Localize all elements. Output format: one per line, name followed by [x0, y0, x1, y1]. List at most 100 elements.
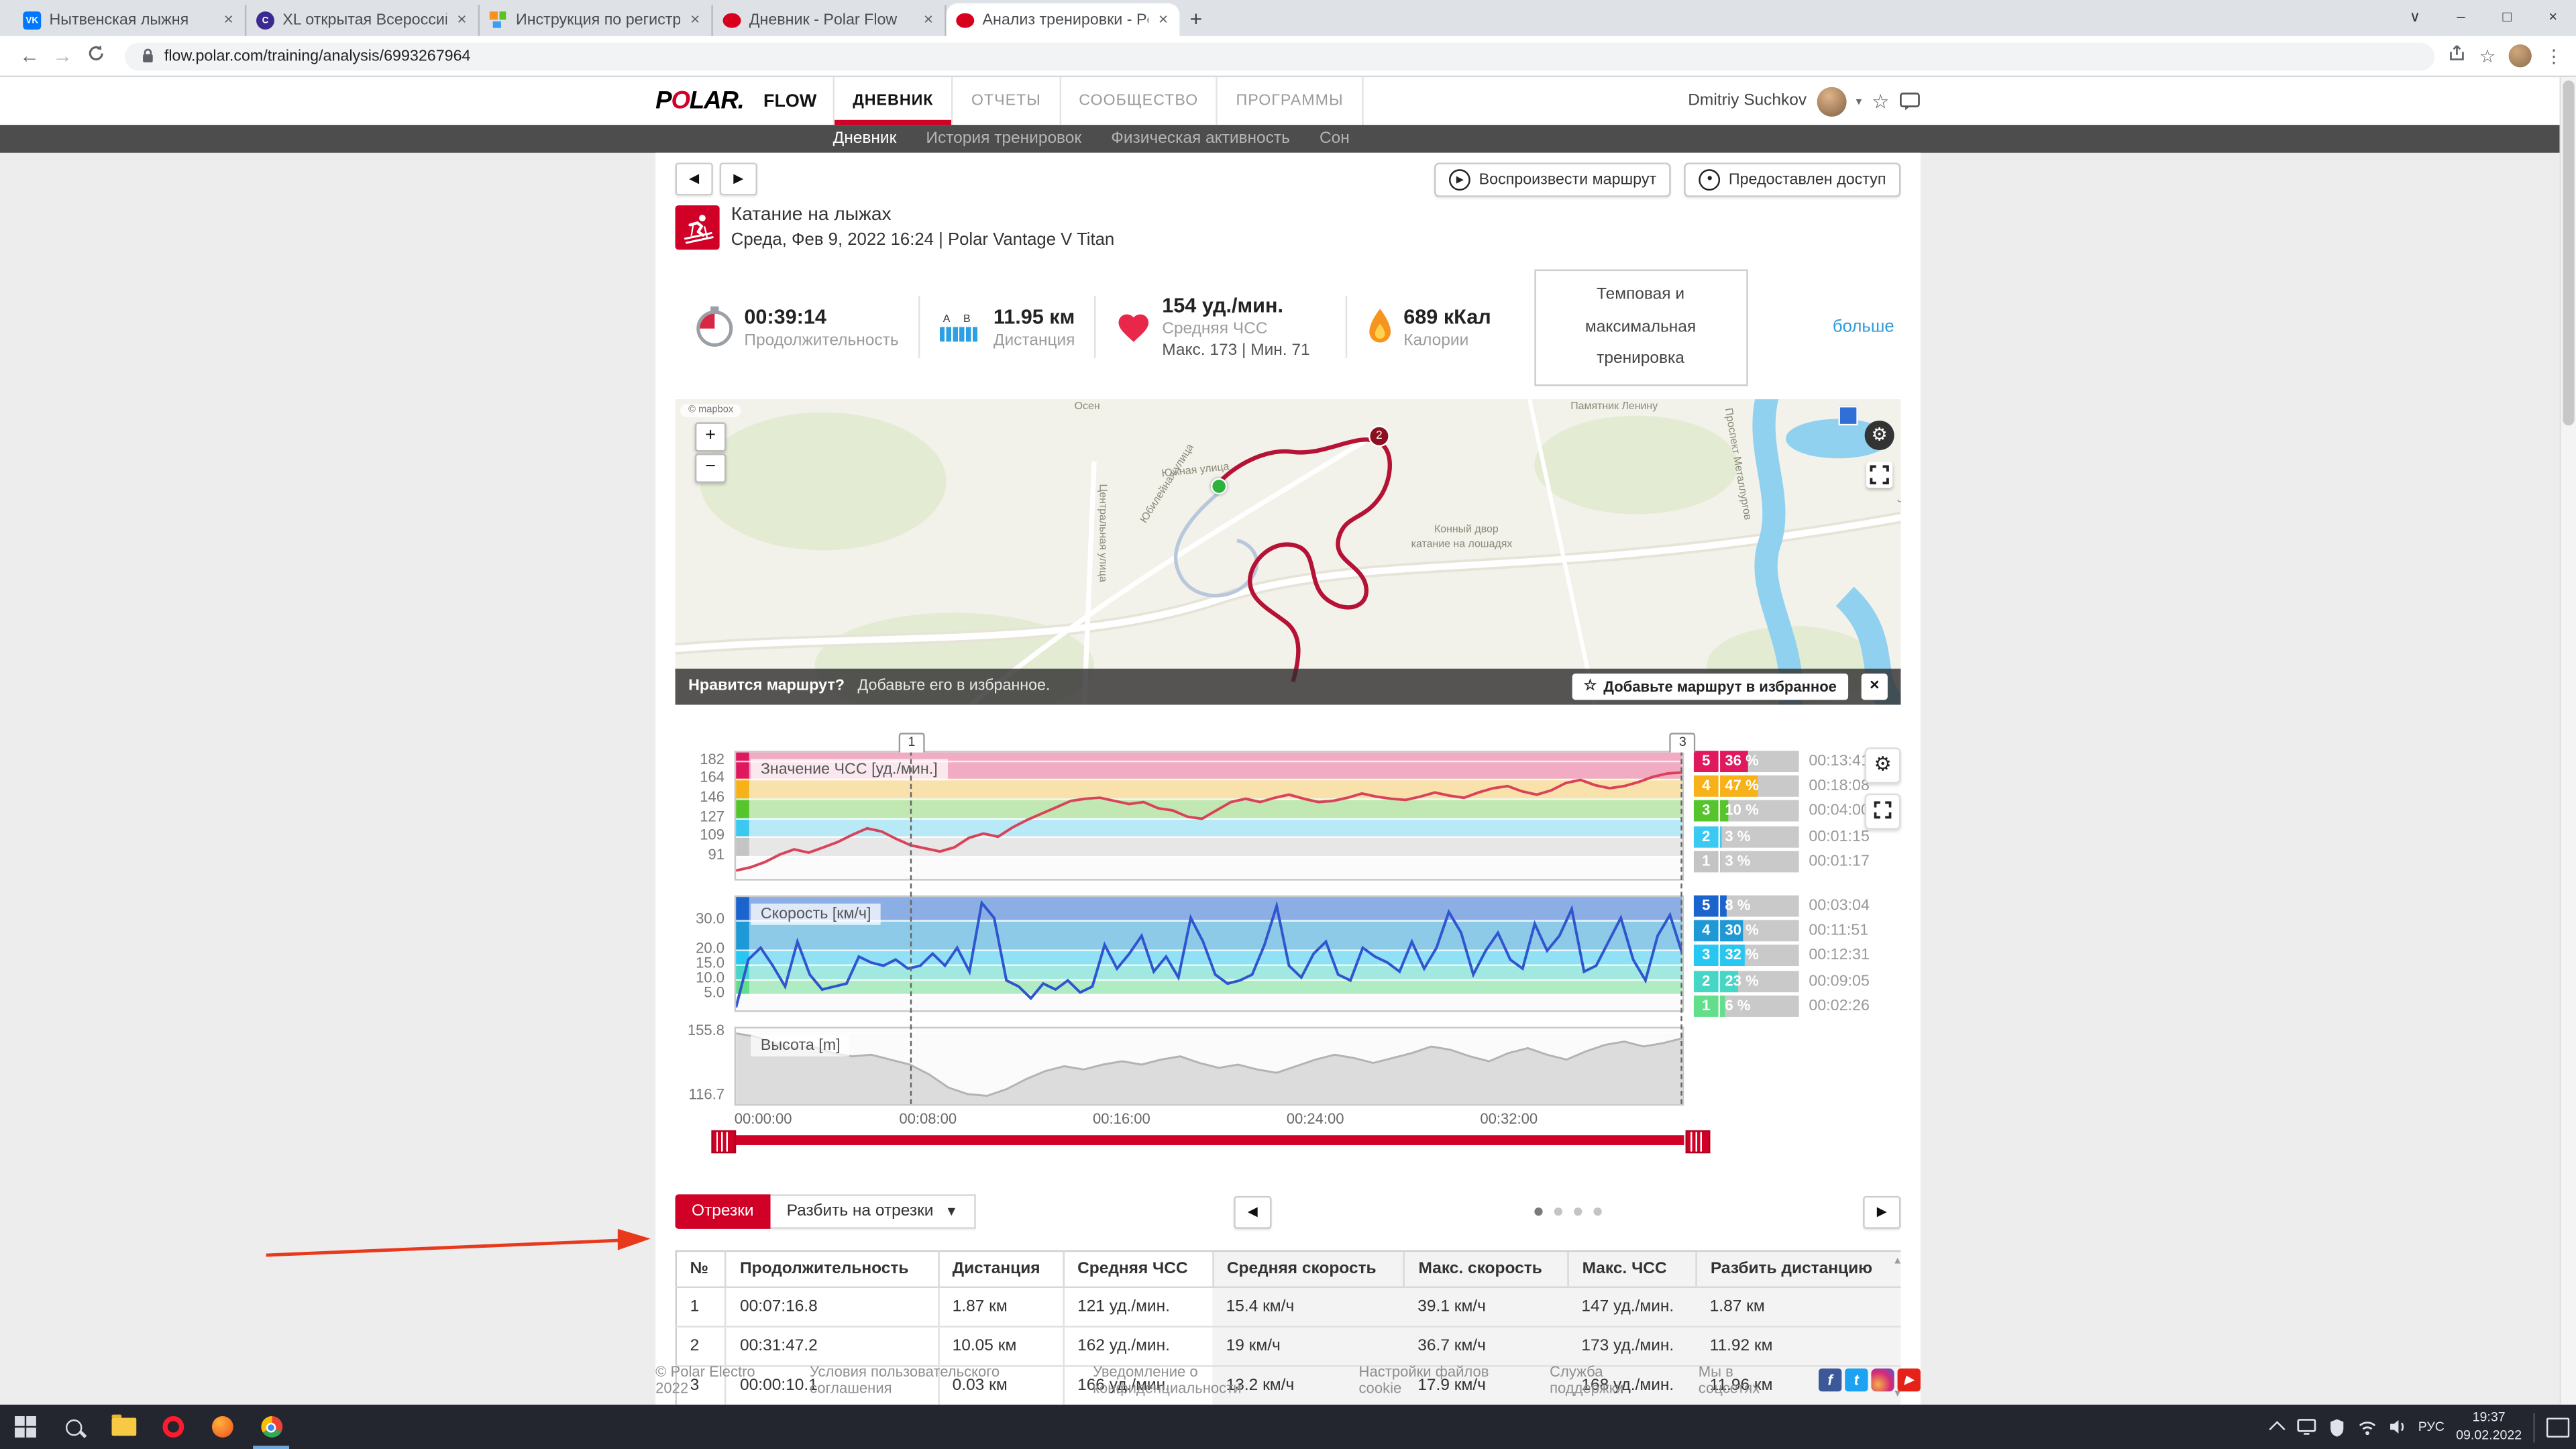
instagram-icon[interactable]: [1871, 1368, 1894, 1391]
lap-marker-1[interactable]: 1: [898, 732, 924, 751]
nav-item-отчеты[interactable]: ОТЧЕТЫ: [951, 77, 1059, 125]
laps-column-header[interactable]: Продолжительность: [726, 1250, 938, 1287]
taskbar-clock[interactable]: 19:37 09.02.2022: [2456, 1409, 2522, 1444]
nav-item-сообщество[interactable]: СООБЩЕСТВО: [1059, 77, 1216, 125]
minimize-icon[interactable]: –: [2438, 0, 2484, 36]
laps-page-dots[interactable]: [1534, 1208, 1601, 1216]
share-icon[interactable]: [2448, 41, 2466, 70]
shared-access-button[interactable]: ● Предоставлен доступ: [1684, 162, 1901, 196]
user-name[interactable]: Dmitriy Suchkov: [1688, 92, 1807, 110]
footer-link[interactable]: Условия пользовательского соглашения: [810, 1364, 1067, 1397]
flow-wordmark[interactable]: FLOW: [763, 91, 816, 111]
file-explorer-icon[interactable]: [99, 1405, 148, 1449]
laps-page-prev-button[interactable]: ◀: [1234, 1195, 1271, 1228]
subnav-item[interactable]: Физическая активность: [1111, 125, 1290, 153]
add-route-favorite-button[interactable]: ☆ Добавьте маршрут в избранное: [1572, 673, 1849, 699]
nav-item-дневник[interactable]: ДНЕВНИК: [833, 77, 952, 125]
training-charts[interactable]: ⚙ Значение ЧСС [уд./мин.]182164146127109…: [676, 731, 1901, 1171]
laps-tab-button[interactable]: Отрезки: [676, 1194, 771, 1228]
tab-close-icon[interactable]: ×: [222, 11, 235, 30]
map-zoom-in-button[interactable]: +: [695, 421, 727, 451]
browser-tab[interactable]: Дневник - Polar Flow×: [713, 5, 947, 36]
map-fullscreen-icon[interactable]: [1866, 461, 1892, 487]
banner-close-icon[interactable]: ×: [1862, 673, 1888, 699]
display-icon[interactable]: [2296, 1417, 2316, 1436]
laps-column-header[interactable]: Разбить дистанцию: [1697, 1250, 1900, 1287]
maximize-icon[interactable]: □: [2484, 0, 2530, 36]
footer-link[interactable]: Уведомление о конфиденциальности: [1093, 1364, 1332, 1397]
browser-profile-avatar[interactable]: [2509, 44, 2532, 67]
back-icon[interactable]: ←: [13, 44, 46, 67]
forward-icon[interactable]: →: [46, 44, 79, 67]
browser-tab[interactable]: VKНытвенская лыжня×: [13, 5, 247, 36]
nav-item-программы[interactable]: ПРОГРАММЫ: [1216, 77, 1363, 125]
facebook-icon[interactable]: f: [1819, 1368, 1841, 1391]
favorites-star-icon[interactable]: ☆: [1872, 89, 1889, 112]
tab-close-icon[interactable]: ×: [1157, 11, 1169, 29]
close-icon[interactable]: ×: [2530, 0, 2576, 36]
chart-settings-icon[interactable]: ⚙: [1865, 747, 1901, 783]
map-zoom-out-button[interactable]: −: [695, 453, 727, 482]
browser-tab[interactable]: Инструкция по регистрации на×: [480, 5, 713, 36]
subnav-item[interactable]: Сон: [1320, 125, 1350, 153]
subnav-item[interactable]: Дневник: [833, 125, 897, 153]
tab-close-icon[interactable]: ×: [689, 11, 702, 30]
scrollbar-thumb[interactable]: [2563, 80, 2574, 425]
next-session-button[interactable]: ▶: [720, 162, 757, 195]
slider-handle-right[interactable]: [1686, 1130, 1711, 1152]
more-link[interactable]: больше: [1833, 317, 1894, 337]
chart-fullscreen-icon[interactable]: [1865, 793, 1901, 829]
wifi-icon[interactable]: [2357, 1419, 2377, 1435]
laps-column-header[interactable]: Средняя скорость: [1213, 1250, 1405, 1287]
page-scrollbar[interactable]: [2560, 77, 2576, 1405]
hr-zone-row: 23 %00:01:15: [1694, 826, 1870, 847]
chrome-icon[interactable]: [246, 1405, 295, 1449]
laps-column-header[interactable]: Дистанция: [938, 1250, 1063, 1287]
laps-column-header[interactable]: Макс. ЧСС: [1568, 1250, 1697, 1287]
prev-session-button[interactable]: ◀: [676, 162, 713, 195]
volume-icon[interactable]: [2389, 1417, 2407, 1436]
laps-column-header[interactable]: Средняя ЧСС: [1063, 1250, 1213, 1287]
subnav-item[interactable]: История тренировок: [926, 125, 1081, 153]
slider-handle-left[interactable]: [711, 1130, 736, 1152]
reload-icon[interactable]: [79, 44, 112, 67]
browser-chevron-icon[interactable]: ∨: [2392, 0, 2438, 36]
user-avatar[interactable]: [1817, 87, 1846, 116]
youtube-icon[interactable]: ▶: [1898, 1368, 1921, 1391]
tab-close-icon[interactable]: ×: [455, 11, 468, 30]
browser-tab[interactable]: CXL открытая Всероссийская мас×: [246, 5, 480, 36]
split-laps-dropdown[interactable]: Разбить на отрезки ▼: [770, 1194, 976, 1228]
language-indicator[interactable]: РУС: [2418, 1419, 2445, 1434]
map-layer-icon[interactable]: [1838, 405, 1858, 425]
start-button[interactable]: [0, 1405, 49, 1449]
table-scroll-up-icon[interactable]: ▲: [1892, 1256, 1902, 1266]
lap-marker-3[interactable]: 3: [1670, 732, 1696, 751]
url-bar[interactable]: flow.polar.com/training/analysis/6993267…: [125, 42, 2435, 70]
new-tab-button[interactable]: +: [1179, 5, 1212, 36]
laps-column-header[interactable]: Макс. скорость: [1405, 1250, 1568, 1287]
laps-column-header[interactable]: №: [676, 1250, 726, 1287]
twitter-icon[interactable]: t: [1845, 1368, 1868, 1391]
user-caret-icon[interactable]: ▾: [1856, 95, 1862, 108]
polar-logo[interactable]: POLAR.: [655, 87, 743, 115]
tray-expand-icon[interactable]: [2269, 1421, 2285, 1437]
browser-tab[interactable]: Анализ тренировки - Polar Flow×: [947, 3, 1180, 36]
route-marker-2[interactable]: 2: [1368, 425, 1390, 446]
replay-route-button[interactable]: ▶ Воспроизвести маршрут: [1434, 162, 1671, 196]
browser-app-icon[interactable]: [197, 1405, 246, 1449]
route-map[interactable]: © mapbox + − ⚙ 2 ОсенЮжная улицаЮбилейна…: [676, 398, 1901, 704]
laps-page-next-button[interactable]: ▶: [1863, 1195, 1900, 1228]
browser-menu-icon[interactable]: ⋮: [2544, 45, 2563, 66]
tab-close-icon[interactable]: ×: [922, 11, 934, 30]
table-row[interactable]: 100:07:16.81.87 км121 уд./мин.15.4 км/ч3…: [676, 1287, 1901, 1326]
action-center-icon[interactable]: [2546, 1417, 2569, 1436]
footer-link[interactable]: Служба поддержки: [1550, 1364, 1672, 1397]
footer-link[interactable]: Настройки файлов cookie: [1359, 1364, 1523, 1397]
taskbar-search-icon[interactable]: [49, 1405, 98, 1449]
bookmark-star-icon[interactable]: ☆: [2479, 45, 2496, 66]
table-row[interactable]: 200:31:47.210.05 км162 уд./мин.19 км/ч36…: [676, 1326, 1901, 1365]
feedback-bubble-icon[interactable]: [1899, 91, 1921, 111]
shield-icon[interactable]: [2328, 1417, 2346, 1436]
opera-icon[interactable]: [148, 1405, 197, 1449]
map-settings-icon[interactable]: ⚙: [1865, 420, 1894, 449]
